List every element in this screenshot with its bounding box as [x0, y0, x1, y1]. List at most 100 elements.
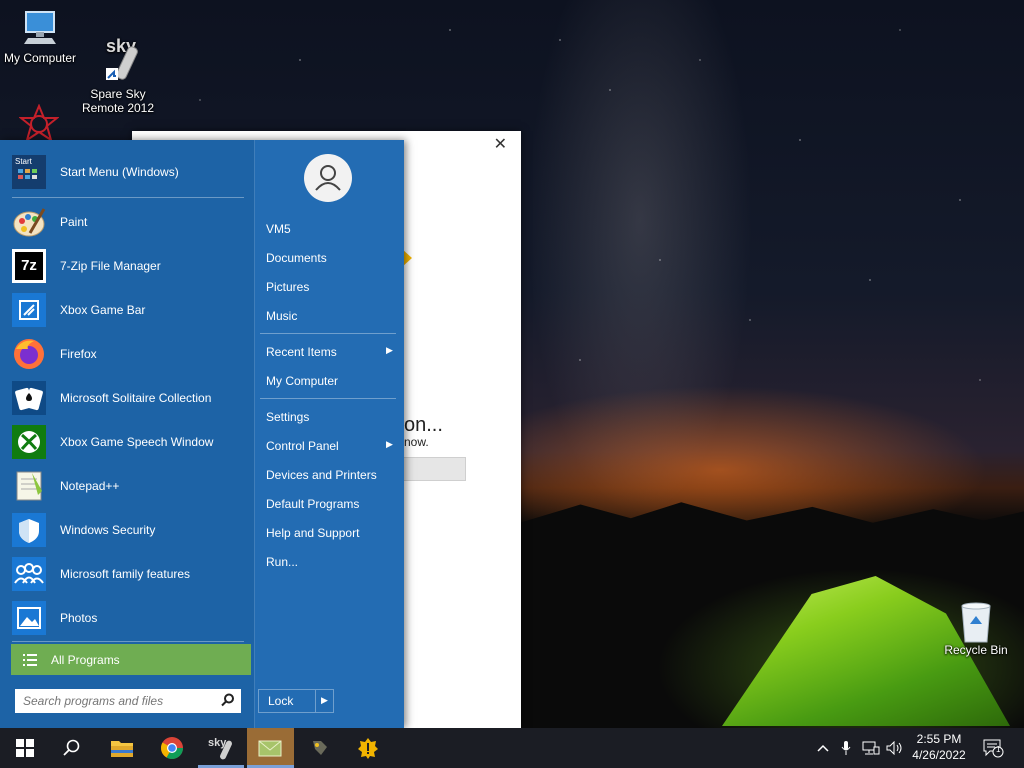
program-label: Microsoft family features [60, 567, 191, 581]
action-center-button[interactable]: 1 [978, 728, 1008, 768]
search-input[interactable] [23, 694, 209, 708]
program-7zip[interactable]: 7z 7-Zip File Manager [12, 246, 246, 286]
recycle-bin-icon [956, 600, 996, 643]
tray-volume[interactable] [884, 728, 906, 768]
places-pictures[interactable]: Pictures [266, 280, 309, 294]
places-recent-items[interactable]: Recent Items ▶ [266, 345, 393, 359]
window-heading: on... [404, 414, 443, 436]
setup-icon [358, 738, 378, 759]
xbox-game-bar-icon [12, 293, 46, 327]
list-icon [23, 653, 37, 666]
chevron-right-icon[interactable]: ▶ [321, 695, 328, 706]
recent-items-label: Recent Items [266, 345, 337, 359]
desktop-icon-label: Recycle Bin [944, 643, 1008, 657]
shield-icon [12, 513, 46, 547]
start-button[interactable] [2, 728, 48, 768]
program-label: Xbox Game Bar [60, 303, 146, 317]
notification-count: 1 [996, 745, 1001, 754]
lock-label: Lock [268, 694, 294, 708]
menu-separator [12, 641, 244, 642]
pane-divider [254, 140, 255, 728]
xbox-icon [12, 425, 46, 459]
chevron-right-icon: ▶ [386, 439, 393, 449]
taskbar-app[interactable] [297, 728, 343, 768]
clock-date: 4/26/2022 [912, 748, 966, 762]
firefox-icon [12, 337, 46, 371]
places-settings[interactable]: Settings [266, 410, 309, 424]
lock-button[interactable]: Lock ▶ [258, 689, 334, 713]
window-subtext: now. [404, 435, 429, 449]
windows-logo-icon [16, 739, 34, 757]
user-avatar[interactable] [304, 154, 352, 202]
user-icon [315, 165, 341, 191]
lock-split-divider [315, 690, 316, 712]
taskbar-file-explorer[interactable] [99, 728, 145, 768]
places-devices-printers[interactable]: Devices and Printers [266, 468, 377, 482]
places-help-support[interactable]: Help and Support [266, 526, 359, 540]
menu-separator [260, 333, 396, 334]
search-button[interactable] [49, 728, 95, 768]
program-photos[interactable]: Photos [12, 598, 246, 638]
chevron-right-icon: ▶ [386, 345, 393, 355]
program-label: Notepad++ [60, 479, 120, 493]
program-microsoft-family[interactable]: Microsoft family features [12, 554, 246, 594]
taskbar: sky 2:55 PM 4/26/2022 1 [0, 728, 1024, 768]
program-firefox[interactable]: Firefox [12, 334, 246, 374]
program-notepad-plus-plus[interactable]: Notepad++ [12, 466, 246, 506]
all-programs-label: All Programs [51, 652, 120, 667]
sky-remote-icon: sky [208, 737, 232, 760]
control-panel-label: Control Panel [266, 439, 339, 453]
search-icon [63, 739, 80, 756]
program-solitaire[interactable]: Microsoft Solitaire Collection [12, 378, 246, 418]
program-label: 7-Zip File Manager [60, 259, 161, 273]
program-xbox-game-bar[interactable]: Xbox Game Bar [12, 290, 246, 330]
desktop-icon-label: My Computer [3, 51, 77, 65]
places-default-programs[interactable]: Default Programs [266, 497, 359, 511]
all-programs-button[interactable]: All Programs [11, 644, 251, 675]
desktop-icon-spare-sky-remote[interactable]: sky Spare Sky Remote 2012 [78, 4, 158, 129]
red-star-icon [18, 103, 60, 144]
paint-icon [12, 205, 46, 239]
taskbar-setup-app[interactable] [345, 728, 391, 768]
program-paint[interactable]: Paint [12, 202, 246, 242]
places-documents[interactable]: Documents [266, 251, 327, 265]
program-label: Firefox [60, 347, 97, 361]
program-label: Paint [60, 215, 88, 229]
notepad-plus-plus-icon [12, 469, 46, 503]
progress-field [402, 457, 466, 481]
notification-icon [983, 739, 1004, 758]
tray-microphone[interactable] [837, 728, 855, 768]
places-user-folder[interactable]: VM5 [266, 222, 291, 236]
taskbar-clock[interactable]: 2:55 PM 4/26/2022 [906, 731, 972, 763]
program-label: Windows Security [60, 523, 156, 537]
taskbar-chrome[interactable] [149, 728, 195, 768]
start-menu-icon: Start [12, 155, 46, 189]
places-run[interactable]: Run... [266, 555, 298, 569]
show-hidden-icons[interactable] [813, 728, 833, 768]
places-music[interactable]: Music [266, 309, 297, 323]
program-windows-security[interactable]: Windows Security [12, 510, 246, 550]
7zip-icon-text: 7z [15, 252, 43, 280]
tray-network[interactable] [860, 728, 882, 768]
photos-icon [12, 601, 46, 635]
places-control-panel[interactable]: Control Panel ▶ [266, 439, 393, 453]
search-box[interactable] [15, 689, 241, 713]
program-label: Microsoft Solitaire Collection [60, 391, 212, 405]
start-menu: Start Start Menu (Windows) Paint 7z 7-Zi… [0, 140, 404, 728]
program-start-menu-windows[interactable]: Start Start Menu (Windows) [12, 152, 246, 192]
clock-time: 2:55 PM [916, 732, 962, 746]
solitaire-icon [12, 381, 46, 415]
sky-remote-icon: sky [92, 18, 144, 80]
taskbar-mail-app[interactable] [247, 728, 293, 768]
network-icon [862, 741, 880, 755]
program-xbox-game-speech[interactable]: Xbox Game Speech Window [12, 422, 246, 462]
search-icon[interactable] [221, 693, 235, 707]
taskbar-sky-remote[interactable]: sky [198, 728, 244, 768]
program-label: Photos [60, 611, 98, 625]
folder-icon [111, 741, 133, 757]
envelope-icon [258, 740, 282, 757]
desktop-icon-recycle-bin[interactable]: Recycle Bin [936, 600, 1016, 657]
desktop-icon-my-computer[interactable]: My Computer [0, 8, 80, 65]
places-my-computer[interactable]: My Computer [266, 374, 338, 388]
close-icon[interactable]: ✕ [494, 134, 507, 154]
